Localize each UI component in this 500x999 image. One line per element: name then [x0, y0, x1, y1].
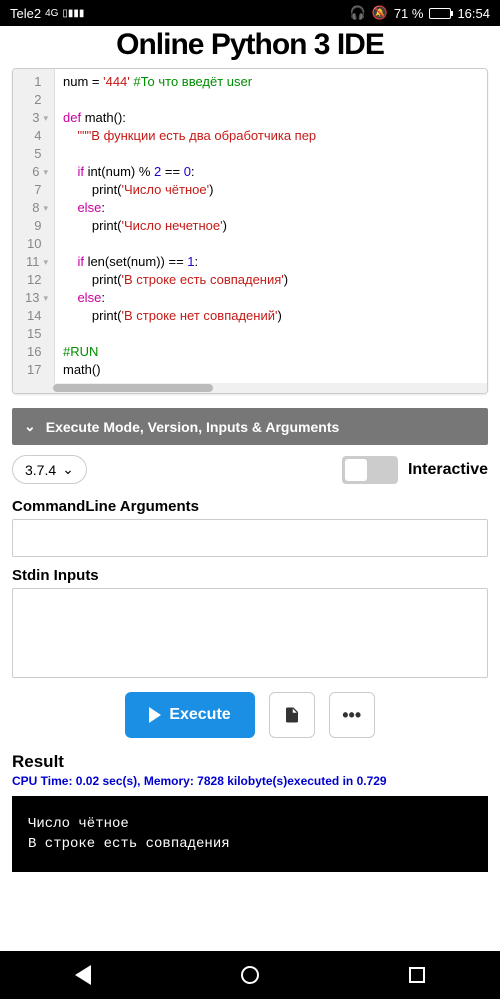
- battery-icon: [429, 8, 451, 19]
- controls-row: 3.7.4 ⌄ Interactive: [0, 445, 500, 494]
- horizontal-scrollbar[interactable]: [13, 383, 487, 393]
- line-number: 6▾: [25, 163, 48, 181]
- code-line[interactable]: math(): [63, 361, 479, 379]
- recents-button[interactable]: [409, 967, 425, 983]
- console-output: Число чётное В строке есть совпадения: [12, 796, 488, 872]
- code-line[interactable]: if len(set(num)) == 1:: [63, 253, 479, 271]
- more-button[interactable]: •••: [329, 692, 375, 738]
- toggle-knob: [345, 459, 367, 481]
- code-line[interactable]: """В функции есть два обработчика пер: [63, 127, 479, 145]
- save-file-button[interactable]: [269, 692, 315, 738]
- android-nav-bar: [0, 951, 500, 999]
- scrollbar-thumb[interactable]: [53, 384, 213, 392]
- line-number: 14: [25, 307, 48, 325]
- execute-button[interactable]: Execute: [125, 692, 254, 738]
- home-button[interactable]: [241, 966, 259, 984]
- result-metrics: CPU Time: 0.02 sec(s), Memory: 7828 kilo…: [0, 772, 500, 790]
- code-line[interactable]: [63, 235, 479, 253]
- line-number: 10: [25, 235, 48, 253]
- line-gutter: 1 2 3▾4 5 6▾7 8▾9 10 11▾12 13▾14 15 16 1…: [13, 69, 55, 383]
- result-label: Result: [0, 752, 500, 772]
- interactive-label: Interactive: [408, 461, 488, 479]
- line-number: 8▾: [25, 199, 48, 217]
- execute-section-header[interactable]: ⌄ Execute Mode, Version, Inputs & Argume…: [12, 408, 488, 445]
- cmdline-input[interactable]: [12, 519, 488, 557]
- mute-icon: 🔕: [372, 5, 388, 21]
- line-number: 16: [25, 343, 48, 361]
- interactive-toggle[interactable]: [342, 456, 398, 484]
- line-number: 12: [25, 271, 48, 289]
- line-number: 15: [25, 325, 48, 343]
- cmdline-label: CommandLine Arguments: [0, 498, 500, 515]
- line-number: 17: [25, 361, 48, 379]
- line-number: 9: [25, 217, 48, 235]
- code-line[interactable]: else:: [63, 289, 479, 307]
- play-icon: [149, 707, 161, 723]
- status-bar: Tele2 4G ▯▮▮▮ 🎧 🔕 71 % 16:54: [0, 0, 500, 26]
- back-button[interactable]: [75, 965, 91, 985]
- status-left: Tele2 4G ▯▮▮▮: [10, 6, 84, 21]
- file-upload-icon: [283, 706, 301, 724]
- line-number: 5: [25, 145, 48, 163]
- code-line[interactable]: def math():: [63, 109, 479, 127]
- status-right: 🎧 🔕 71 % 16:54: [349, 5, 490, 21]
- more-icon: •••: [342, 705, 361, 726]
- code-line[interactable]: else:: [63, 199, 479, 217]
- code-line[interactable]: print('В строке нет совпадений'): [63, 307, 479, 325]
- signal-bars-icon: ▯▮▮▮: [62, 8, 84, 19]
- carrier: Tele2: [10, 6, 41, 21]
- code-editor[interactable]: 1 2 3▾4 5 6▾7 8▾9 10 11▾12 13▾14 15 16 1…: [12, 68, 488, 394]
- version-value: 3.7.4: [25, 462, 56, 478]
- code-line[interactable]: print('Число нечетное'): [63, 217, 479, 235]
- chevron-down-icon: ⌄: [62, 461, 74, 478]
- section-title: Execute Mode, Version, Inputs & Argument…: [46, 419, 340, 435]
- code-line[interactable]: [63, 145, 479, 163]
- page-title: Online Python 3 IDE: [0, 26, 500, 68]
- code-area[interactable]: num = '444' #То что введёт user def math…: [55, 69, 487, 383]
- code-line[interactable]: print('Число чётное'): [63, 181, 479, 199]
- signal-icon: 4G: [45, 8, 58, 19]
- line-number: 11▾: [25, 253, 48, 271]
- code-line[interactable]: #RUN: [63, 343, 479, 361]
- line-number: 13▾: [25, 289, 48, 307]
- battery-pct: 71 %: [394, 6, 424, 21]
- clock: 16:54: [457, 6, 490, 21]
- stdin-label: Stdin Inputs: [0, 567, 500, 584]
- headphone-icon: 🎧: [349, 5, 365, 21]
- code-line[interactable]: print('В строке есть совпадения'): [63, 271, 479, 289]
- stdin-input[interactable]: [12, 588, 488, 678]
- action-row: Execute •••: [0, 692, 500, 738]
- code-line[interactable]: num = '444' #То что введёт user: [63, 73, 479, 91]
- line-number: 3▾: [25, 109, 48, 127]
- version-select[interactable]: 3.7.4 ⌄: [12, 455, 87, 484]
- code-line[interactable]: [63, 91, 479, 109]
- interactive-toggle-wrap: Interactive: [342, 456, 488, 484]
- code-line[interactable]: [63, 325, 479, 343]
- chevron-down-icon: ⌄: [24, 418, 36, 435]
- line-number: 7: [25, 181, 48, 199]
- line-number: 4: [25, 127, 48, 145]
- code-line[interactable]: if int(num) % 2 == 0:: [63, 163, 479, 181]
- line-number: 1: [25, 73, 48, 91]
- line-number: 2: [25, 91, 48, 109]
- execute-label: Execute: [169, 706, 230, 724]
